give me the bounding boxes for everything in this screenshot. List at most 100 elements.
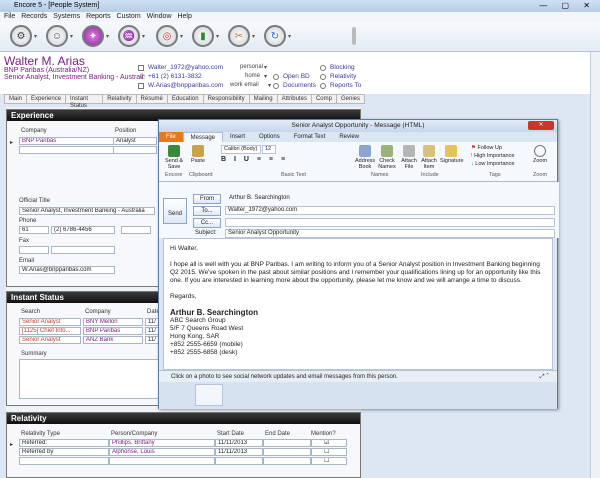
cc-button[interactable]: Cc... bbox=[193, 218, 221, 228]
relativity-start-cell[interactable]: 11/11/2013 bbox=[215, 439, 263, 447]
fax-country-code[interactable] bbox=[19, 246, 49, 254]
relativity-radio[interactable] bbox=[320, 74, 326, 80]
company-cell[interactable]: BNP Paribas bbox=[19, 137, 115, 145]
mention-checkbox[interactable]: ☐ bbox=[311, 448, 347, 456]
chevron-down-icon[interactable]: ▾ bbox=[288, 33, 291, 40]
mention-checkbox[interactable]: ☑ bbox=[311, 439, 347, 447]
relativity-type-cell-empty[interactable] bbox=[19, 457, 109, 465]
signature-button[interactable]: Signature bbox=[440, 145, 464, 164]
relativity-start-cell-empty[interactable] bbox=[215, 457, 263, 465]
tab-mailing[interactable]: Mailing bbox=[248, 94, 278, 104]
status-row-date[interactable]: 11/ bbox=[145, 327, 159, 335]
chevron-down-icon[interactable]: ▾ bbox=[264, 64, 267, 71]
tab-relativity[interactable]: Relativity bbox=[102, 94, 137, 104]
send-button[interactable]: Send bbox=[163, 198, 187, 224]
tab-experience[interactable]: Experience bbox=[26, 94, 67, 104]
attach-item-button[interactable]: Attach Item bbox=[420, 145, 438, 170]
tab-message[interactable]: Message bbox=[182, 132, 224, 142]
status-row-company[interactable]: ANZ Bank bbox=[83, 336, 143, 344]
subject-field[interactable]: Senior Analyst Opportunity bbox=[225, 229, 555, 238]
blocking-radio[interactable] bbox=[320, 65, 326, 71]
tab-instant-status[interactable]: Instant Status bbox=[65, 94, 104, 109]
chevron-down-icon[interactable]: ▾ bbox=[216, 33, 219, 40]
relativity-end-cell[interactable] bbox=[263, 448, 311, 456]
phone-home[interactable]: +61 (2) 6131-3832 bbox=[148, 73, 202, 80]
status-row-search[interactable]: [1125] Chief Info... bbox=[19, 327, 81, 335]
font-family-select[interactable]: Calibri (Body) bbox=[221, 145, 261, 154]
relativity-person-cell-empty[interactable] bbox=[109, 457, 215, 465]
mention-checkbox[interactable]: ☐ bbox=[311, 457, 347, 465]
close-icon[interactable]: ✕ bbox=[528, 121, 554, 130]
relativity-type-cell[interactable]: Referred: bbox=[19, 439, 109, 447]
paste-button[interactable]: Paste bbox=[189, 145, 207, 164]
message-body[interactable]: Hi Walter, I hope all is well with you a… bbox=[163, 238, 553, 370]
fax-number[interactable] bbox=[51, 246, 115, 254]
tab-attributes[interactable]: Attributes bbox=[276, 94, 312, 104]
low-importance-button[interactable]: ↓ Low Importance bbox=[471, 161, 514, 167]
relativity-end-cell-empty[interactable] bbox=[263, 457, 311, 465]
summary-field[interactable] bbox=[19, 359, 159, 399]
reports-to-radio[interactable] bbox=[320, 83, 326, 89]
tab-resume[interactable]: Résumé bbox=[135, 94, 168, 104]
chevron-down-icon[interactable]: ▾ bbox=[106, 33, 109, 40]
tab-comp[interactable]: Comp bbox=[310, 94, 337, 104]
people-pane-bar[interactable]: Click on a photo to see social network u… bbox=[159, 370, 557, 382]
target-icon[interactable]: ◎ bbox=[156, 25, 178, 47]
menu-records[interactable]: Records bbox=[21, 13, 47, 20]
status-row-search[interactable]: Senior Analyst bbox=[19, 336, 81, 344]
window-controls[interactable]: — ▢ ✕ bbox=[539, 1, 596, 11]
reports-to-link[interactable]: Reports To bbox=[330, 82, 361, 89]
status-row-search[interactable]: Senior Analyst bbox=[19, 318, 81, 326]
to-field[interactable]: Walter_1972@yahoo.com bbox=[225, 206, 555, 215]
chevron-down-icon[interactable]: ▾ bbox=[252, 33, 255, 40]
relativity-link[interactable]: Relativity bbox=[330, 73, 356, 80]
open-bd-radio[interactable] bbox=[273, 74, 279, 80]
relativity-person-cell[interactable]: Alphonse, Louis bbox=[109, 448, 215, 456]
chevron-down-icon[interactable]: ▾ bbox=[180, 33, 183, 40]
tab-options[interactable]: Options bbox=[252, 132, 287, 142]
relativity-person-cell[interactable]: Phillips, Brittany bbox=[109, 439, 215, 447]
people-icon[interactable]: ☺ bbox=[46, 25, 68, 47]
high-importance-button[interactable]: ! High Importance bbox=[471, 153, 514, 159]
reload-icon[interactable]: ↻ bbox=[264, 25, 286, 47]
vertical-scrollbar[interactable] bbox=[590, 52, 600, 478]
tab-file[interactable]: File bbox=[159, 132, 183, 142]
status-row-date[interactable]: 11/ bbox=[145, 336, 159, 344]
status-row-date[interactable]: 11/ bbox=[145, 318, 159, 326]
email-work-link[interactable]: W.Arias@bnpparibas.com bbox=[148, 82, 223, 89]
position-cell[interactable]: Analyst bbox=[113, 137, 157, 145]
bar-chart-icon[interactable]: ▮ bbox=[192, 25, 214, 47]
cc-field[interactable] bbox=[225, 218, 555, 227]
font-size-select[interactable]: 12 bbox=[262, 145, 276, 154]
menu-file[interactable]: File bbox=[4, 13, 15, 20]
relativity-end-cell[interactable] bbox=[263, 439, 311, 447]
email-field[interactable]: W.Arias@bnpparibas.com bbox=[19, 266, 115, 274]
follow-up-button[interactable]: ⚑ Follow Up bbox=[471, 145, 502, 151]
company-cell-empty[interactable] bbox=[19, 146, 115, 154]
zoom-button[interactable]: Zoom bbox=[531, 145, 549, 164]
tab-genies[interactable]: Genies bbox=[335, 94, 365, 104]
to-button[interactable]: To... bbox=[193, 206, 221, 216]
menu-custom[interactable]: Custom bbox=[117, 13, 141, 20]
menu-help[interactable]: Help bbox=[177, 13, 191, 20]
tab-responsibility[interactable]: Responsibility bbox=[202, 94, 250, 104]
chevron-down-icon[interactable]: ▾ bbox=[70, 33, 73, 40]
tab-format-text[interactable]: Format Text bbox=[287, 132, 333, 142]
phone-number[interactable]: (2) 6786-4456 bbox=[51, 226, 115, 234]
menu-reports[interactable]: Reports bbox=[86, 13, 111, 20]
person-walking-icon[interactable]: ✦ bbox=[82, 25, 104, 47]
contact-photo[interactable] bbox=[195, 384, 223, 406]
org-chart-icon[interactable]: ♒ bbox=[118, 25, 140, 47]
chevron-down-icon[interactable]: ▾ bbox=[268, 82, 271, 89]
phone-country-code[interactable]: 61 bbox=[19, 226, 49, 234]
from-value[interactable]: Arthur B. Searchington bbox=[229, 195, 290, 201]
blocking-link[interactable]: Blocking bbox=[330, 64, 355, 71]
chevron-down-icon[interactable]: ▾ bbox=[264, 73, 267, 80]
menu-systems[interactable]: Systems bbox=[53, 13, 80, 20]
status-row-company[interactable]: BNY Mellon bbox=[83, 318, 143, 326]
tab-main[interactable]: Main bbox=[4, 94, 28, 104]
tools-icon[interactable]: ✂ bbox=[228, 25, 250, 47]
tab-education[interactable]: Education bbox=[166, 94, 204, 104]
chevron-down-icon[interactable]: ▾ bbox=[142, 33, 145, 40]
tab-review[interactable]: Review bbox=[332, 132, 366, 142]
